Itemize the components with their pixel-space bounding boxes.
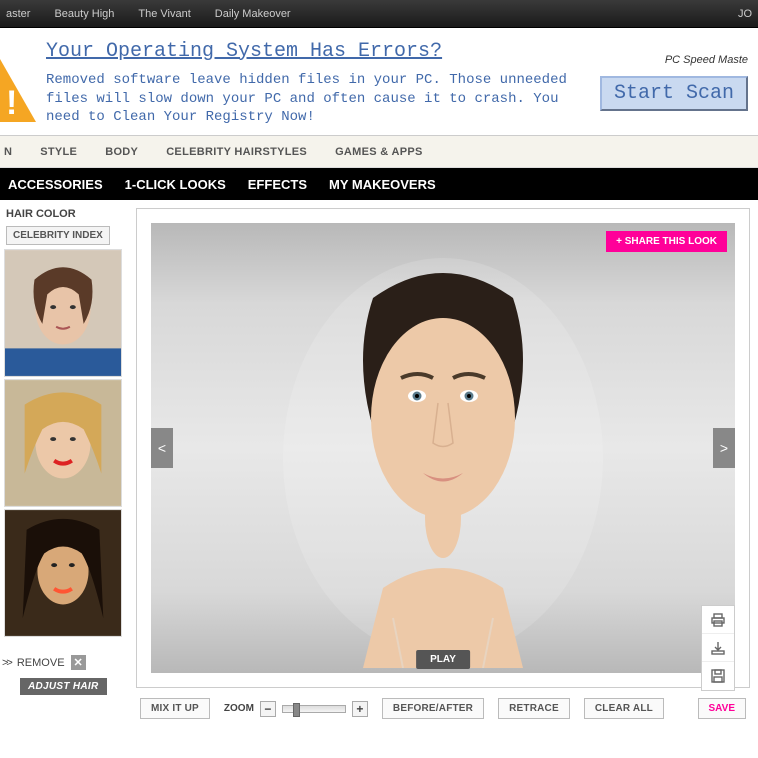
remove-row: >> REMOVE ✕: [0, 653, 126, 674]
celebrity-thumb[interactable]: [4, 379, 122, 507]
top-nav-item[interactable]: aster: [6, 8, 30, 20]
remove-arrows-icon: >>: [2, 657, 11, 669]
top-nav-item[interactable]: The Vivant: [138, 8, 190, 20]
zoom-out-button[interactable]: −: [260, 701, 276, 717]
ad-body: Removed software leave hidden files in y…: [46, 72, 567, 126]
adjust-hair-button[interactable]: ADJUST HAIR: [20, 678, 107, 695]
sidebar-title: HAIR COLOR: [0, 204, 126, 226]
ad-brand: PC Speed Maste: [665, 54, 748, 66]
sidebar: HAIR COLOR CELEBRITY INDEX >> REMOVE ✕ A…: [0, 200, 128, 727]
celebrity-index-button[interactable]: CELEBRITY INDEX: [6, 226, 110, 245]
before-after-button[interactable]: BEFORE/AFTER: [382, 698, 484, 719]
celebrity-thumb[interactable]: [4, 509, 122, 637]
remove-button[interactable]: ✕: [71, 655, 86, 670]
top-nav-left: aster Beauty High The Vivant Daily Makeo…: [6, 8, 291, 20]
warning-icon: !: [0, 34, 38, 131]
start-scan-button[interactable]: Start Scan: [600, 76, 748, 111]
sub-item-accessories[interactable]: ACCESSORIES: [8, 177, 103, 192]
print-icon[interactable]: [702, 606, 734, 634]
zoom-label: ZOOM: [224, 703, 254, 714]
cat-item[interactable]: STYLE: [40, 146, 77, 158]
download-icon[interactable]: [702, 634, 734, 662]
celebrity-thumb[interactable]: [4, 249, 122, 377]
prev-button[interactable]: <: [151, 428, 173, 468]
ad-text: Your Operating System Has Errors? Remove…: [38, 38, 600, 128]
category-nav: N STYLE BODY CELEBRITY HAIRSTYLES GAMES …: [0, 136, 758, 168]
canvas-wrap: < > + SHARE THIS LOOK PLAY MIX IT UP ZOO…: [128, 200, 758, 727]
canvas-outer: < > + SHARE THIS LOOK PLAY: [136, 208, 750, 688]
cat-item[interactable]: GAMES & APPS: [335, 146, 423, 158]
top-nav-right[interactable]: JO: [738, 8, 752, 20]
cat-item[interactable]: N: [4, 146, 12, 158]
save-button[interactable]: SAVE: [698, 698, 747, 719]
sidebar-bottom: >> REMOVE ✕ ADJUST HAIR: [0, 639, 126, 695]
zoom-in-button[interactable]: +: [352, 701, 368, 717]
cat-item[interactable]: BODY: [105, 146, 138, 158]
share-look-button[interactable]: + SHARE THIS LOOK: [606, 231, 727, 252]
ad-banner: ! Your Operating System Has Errors? Remo…: [0, 28, 758, 136]
tool-column: [701, 605, 735, 691]
mix-it-up-button[interactable]: MIX IT UP: [140, 698, 210, 719]
retrace-button[interactable]: RETRACE: [498, 698, 570, 719]
sub-item-looks[interactable]: 1-CLICK LOOKS: [125, 177, 226, 192]
sub-item-makeovers[interactable]: MY MAKEOVERS: [329, 177, 436, 192]
canvas: [151, 223, 735, 673]
zoom-group: ZOOM − +: [224, 701, 368, 717]
zoom-slider[interactable]: [282, 705, 346, 713]
ad-right: PC Speed Maste Start Scan: [600, 54, 754, 111]
play-button[interactable]: PLAY: [416, 650, 470, 669]
sub-item-effects[interactable]: EFFECTS: [248, 177, 307, 192]
next-button[interactable]: >: [713, 428, 735, 468]
save-icon[interactable]: [702, 662, 734, 690]
top-nav: aster Beauty High The Vivant Daily Makeo…: [0, 0, 758, 28]
cat-item[interactable]: CELEBRITY HAIRSTYLES: [166, 146, 307, 158]
zoom-handle[interactable]: [293, 703, 300, 717]
remove-label: REMOVE: [17, 657, 65, 669]
ad-headline: Your Operating System Has Errors?: [46, 38, 442, 65]
top-nav-item[interactable]: Daily Makeover: [215, 8, 291, 20]
bottom-toolbar: MIX IT UP ZOOM − + BEFORE/AFTER RETRACE …: [136, 688, 750, 723]
top-nav-item[interactable]: Beauty High: [54, 8, 114, 20]
clear-all-button[interactable]: CLEAR ALL: [584, 698, 664, 719]
sub-nav: ACCESSORIES 1-CLICK LOOKS EFFECTS MY MAK…: [0, 168, 758, 200]
main: HAIR COLOR CELEBRITY INDEX >> REMOVE ✕ A…: [0, 200, 758, 727]
model-face: [273, 228, 613, 668]
